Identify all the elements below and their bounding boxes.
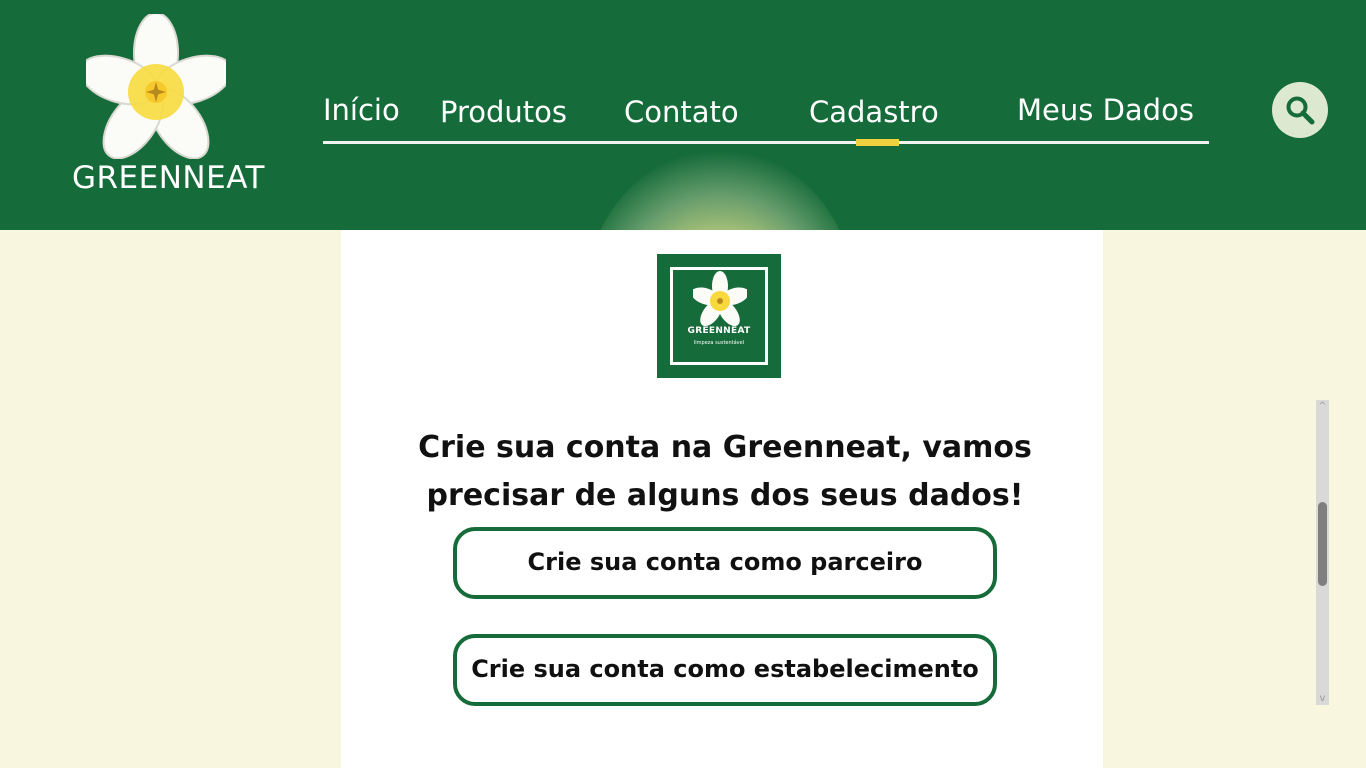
scroll-down-icon[interactable]: v bbox=[1316, 692, 1329, 705]
active-nav-indicator bbox=[856, 139, 899, 146]
greenneat-badge-logo: GREENNEAT limpeza sustentável bbox=[655, 252, 783, 380]
greenneat-logo[interactable]: GREENNEAT bbox=[72, 14, 265, 200]
brand-name: GREENNEAT bbox=[72, 160, 265, 196]
establishment-signup-button[interactable]: Crie sua conta como estabelecimento bbox=[453, 634, 997, 706]
nav-item-meus-dados[interactable]: Meus Dados bbox=[1017, 93, 1194, 127]
vertical-scrollbar[interactable]: ^ v bbox=[1316, 400, 1329, 705]
page-title: Crie sua conta na Greenneat, vamos preci… bbox=[418, 430, 1032, 514]
search-button[interactable] bbox=[1272, 82, 1328, 138]
search-icon bbox=[1286, 96, 1315, 125]
main-navigation: Início Produtos Contato Cadastro Meus Da… bbox=[323, 88, 1209, 148]
nav-item-contato[interactable]: Contato bbox=[624, 95, 739, 129]
navigation-divider bbox=[323, 141, 1209, 144]
scroll-up-icon[interactable]: ^ bbox=[1316, 400, 1329, 413]
nav-item-inicio[interactable]: Início bbox=[323, 93, 400, 127]
badge-flower-icon bbox=[693, 271, 747, 327]
badge-tagline: limpeza sustentável bbox=[693, 340, 745, 346]
badge-frame: GREENNEAT limpeza sustentável bbox=[670, 267, 768, 365]
nav-item-produtos[interactable]: Produtos bbox=[440, 95, 567, 129]
scrollbar-thumb[interactable] bbox=[1318, 502, 1327, 586]
nav-item-cadastro[interactable]: Cadastro bbox=[809, 95, 939, 129]
partner-signup-button[interactable]: Crie sua conta como parceiro bbox=[453, 527, 997, 599]
plumeria-flower-icon bbox=[86, 14, 226, 159]
badge-brand-name: GREENNEAT bbox=[687, 326, 751, 336]
